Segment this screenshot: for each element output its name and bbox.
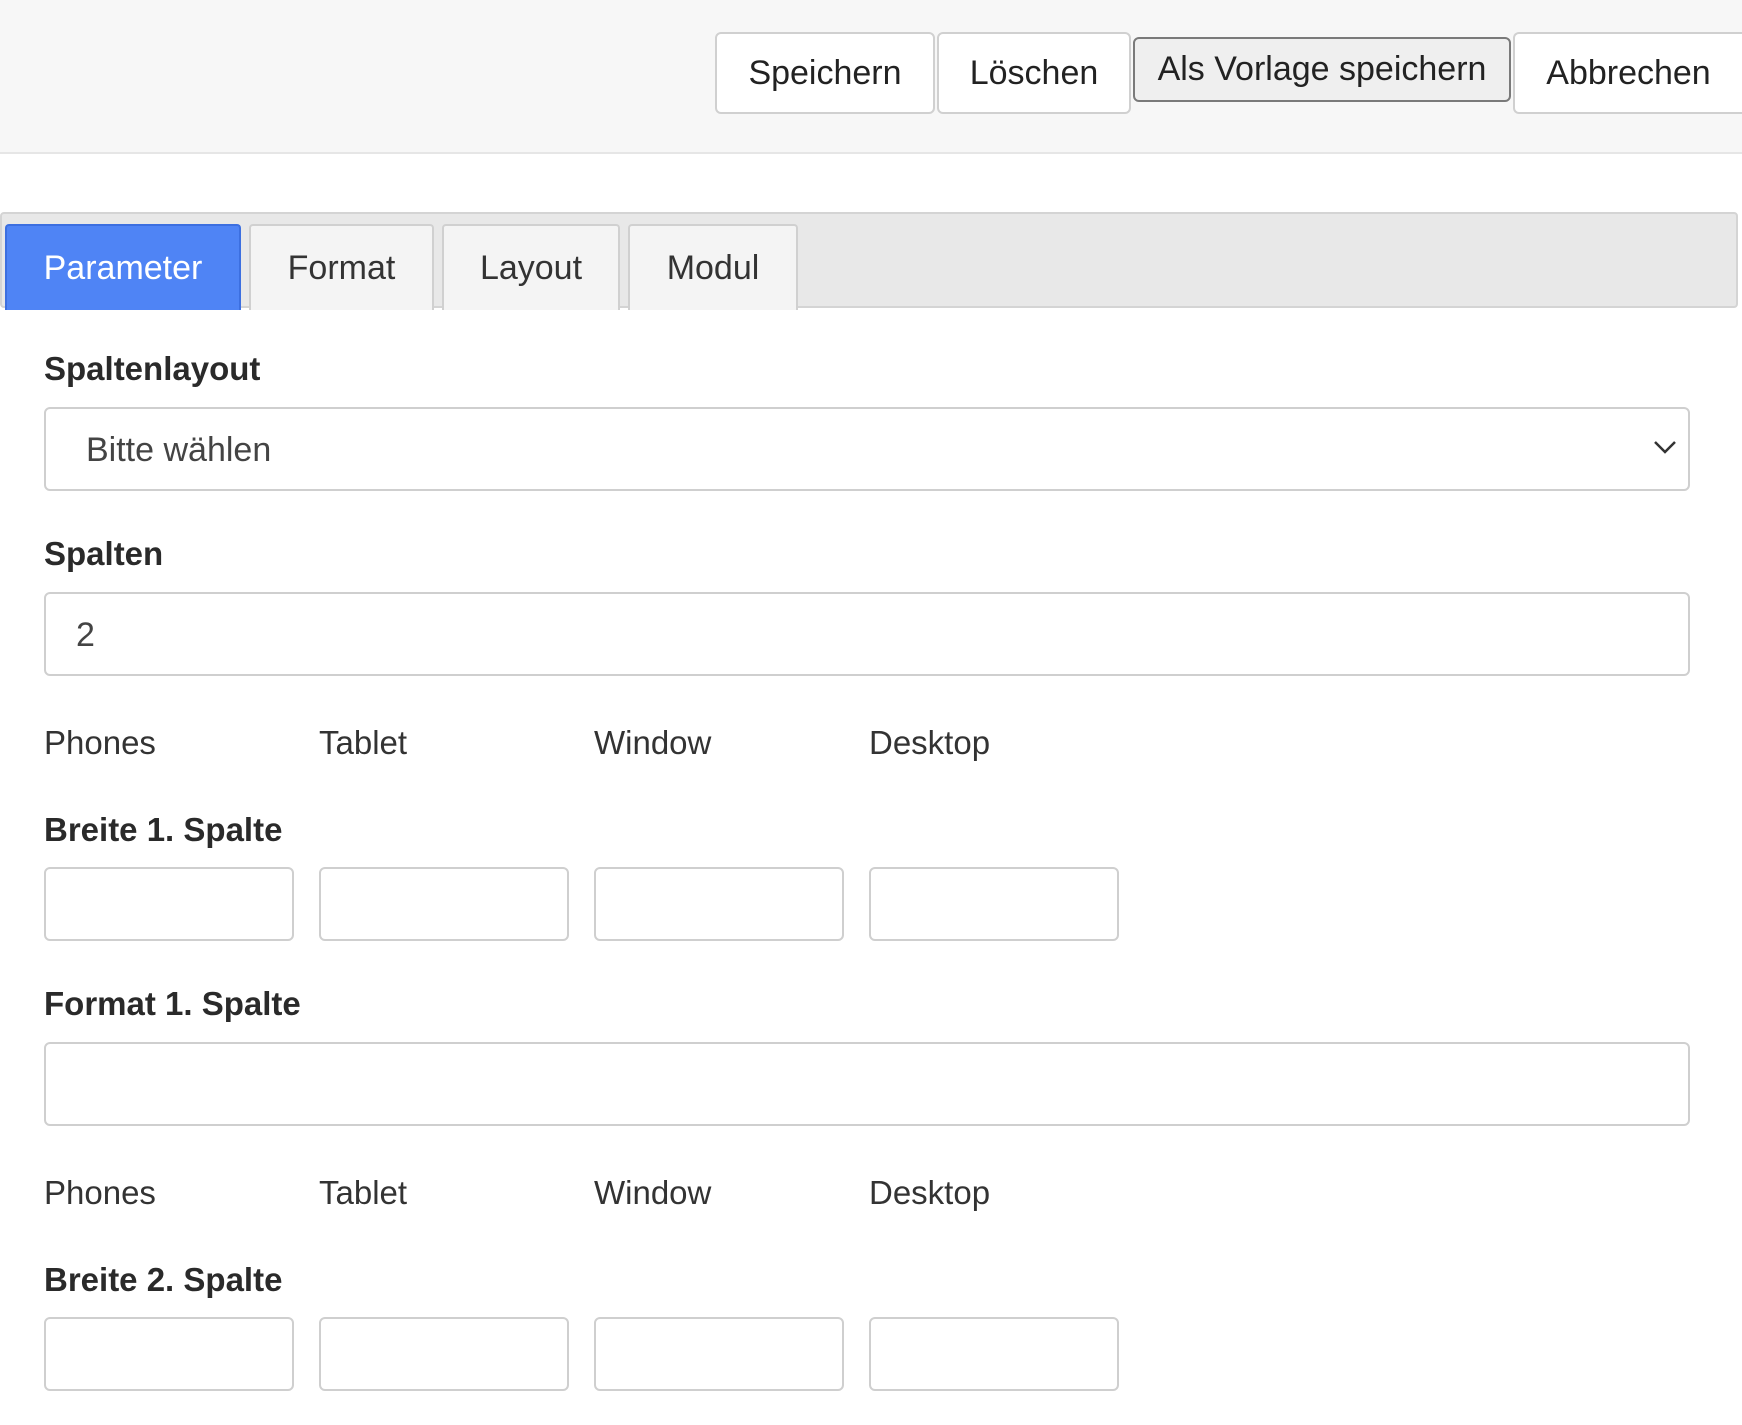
- format-col1-input[interactable]: [44, 1042, 1690, 1126]
- device-label-phones-2: Phones: [44, 1174, 156, 1211]
- cancel-button[interactable]: Abbrechen: [1513, 32, 1742, 114]
- width-col1-desktop-input[interactable]: [869, 867, 1119, 941]
- chevron-down-icon: [1654, 441, 1676, 454]
- device-label-tablet-2: Tablet: [319, 1174, 408, 1211]
- columns-value: 2: [76, 616, 95, 654]
- save-button[interactable]: Speichern: [715, 32, 935, 114]
- width-col1-window-input[interactable]: [594, 867, 844, 941]
- device-label-desktop: Desktop: [869, 724, 991, 761]
- device-label-window: Window: [594, 724, 712, 761]
- tab-bar: Parameter Format Layout Modul: [0, 212, 1738, 310]
- columns-input[interactable]: 2: [44, 592, 1690, 676]
- width-col2-window-input[interactable]: [594, 1317, 844, 1391]
- width-col2-phones-input[interactable]: [44, 1317, 294, 1391]
- column-layout-select[interactable]: Bitte wählen: [44, 407, 1690, 491]
- tab-layout[interactable]: Layout: [442, 224, 620, 310]
- column-layout-selected: Bitte wählen: [86, 431, 272, 469]
- tab-parameter[interactable]: Parameter: [5, 224, 241, 310]
- device-label-phones: Phones: [44, 724, 156, 761]
- toolbar: Speichern Löschen Als Vorlage speichern …: [0, 0, 1742, 154]
- width-col1-tablet-input[interactable]: [319, 867, 569, 941]
- width-col1-phones-input[interactable]: [44, 867, 294, 941]
- width-col2-tablet-input[interactable]: [319, 1317, 569, 1391]
- delete-button[interactable]: Löschen: [937, 32, 1131, 114]
- device-label-tablet: Tablet: [319, 724, 408, 761]
- tab-format[interactable]: Format: [249, 224, 434, 310]
- columns-label: Spalten: [44, 535, 164, 572]
- width-col2-desktop-input[interactable]: [869, 1317, 1119, 1391]
- device-label-window-2: Window: [594, 1174, 712, 1211]
- save-template-button[interactable]: Als Vorlage speichern: [1133, 37, 1511, 102]
- tab-modul[interactable]: Modul: [628, 224, 798, 310]
- width-col1-label: Breite 1. Spalte: [44, 811, 283, 848]
- width-col2-label: Breite 2. Spalte: [44, 1261, 283, 1298]
- format-col1-label: Format 1. Spalte: [44, 985, 301, 1022]
- column-layout-label: Spaltenlayout: [44, 350, 261, 387]
- device-label-desktop-2: Desktop: [869, 1174, 991, 1211]
